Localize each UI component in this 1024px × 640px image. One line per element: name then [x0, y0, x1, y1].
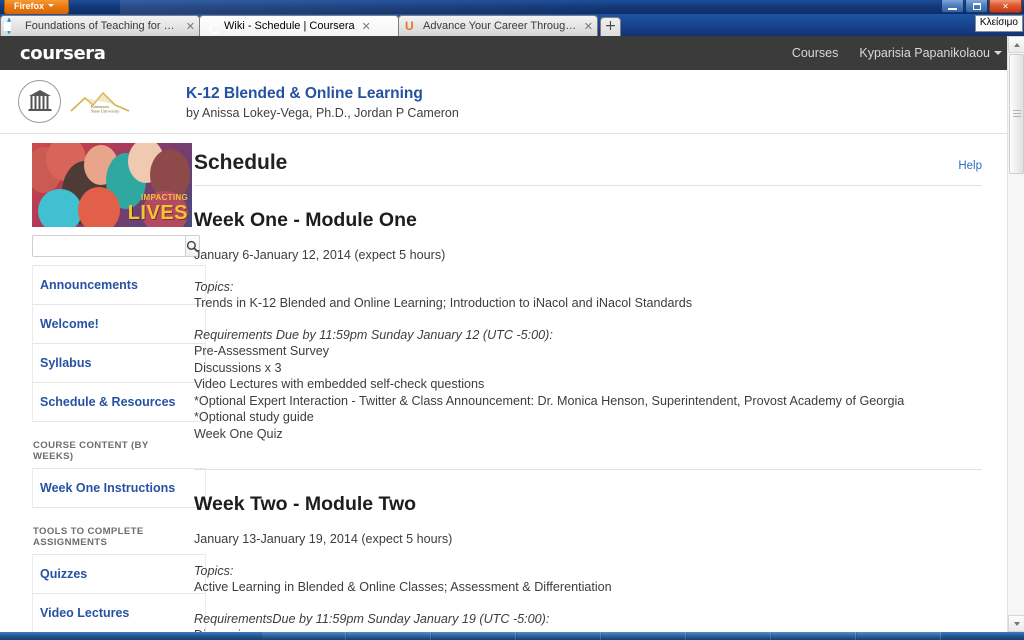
nav-courses-link[interactable]: Courses [792, 46, 839, 60]
user-name-label: Kyparisia Papanikolaou [859, 46, 990, 60]
week-heading: Week Two - Module Two [194, 493, 417, 515]
coursera-dark-icon [206, 20, 219, 33]
scroll-up-button[interactable] [1008, 36, 1024, 53]
tab-title: Wiki - Schedule | Coursera [224, 20, 355, 32]
sidebar-section-tools: TOOLS TO COMPLETE ASSIGNMENTS [33, 526, 144, 548]
tab-strip: Foundations of Teaching for Learnin... ✕… [0, 14, 1024, 36]
titlebar-sheen [120, 0, 620, 14]
close-button[interactable]: ✕ [989, 0, 1022, 13]
topics-text: Active Learning in Blended & Online Clas… [194, 580, 612, 594]
course-title-block: K-12 Blended & Online Learning by Anissa… [184, 84, 459, 120]
requirement-item: Discussions x 3 [194, 360, 282, 375]
week-section: Week Two - Module Two January 13-January… [194, 493, 982, 632]
tab-title: Advance Your Career Through Projec... [423, 20, 577, 32]
sidebar-search [32, 235, 200, 257]
sidebar-item-label: Announcements [40, 278, 138, 292]
chevron-up-icon [1013, 42, 1020, 47]
course-title[interactable]: K-12 Blended & Online Learning [186, 84, 459, 103]
svg-text:State University: State University [91, 108, 120, 113]
sidebar-item-label: Quizzes [40, 567, 88, 581]
firefox-menu-button[interactable]: Firefox [4, 0, 70, 14]
section-divider [194, 469, 982, 470]
sidebar-item-label: Video Lectures [40, 606, 130, 620]
chevron-down-icon [48, 4, 55, 7]
tab-advance-your-career[interactable]: U Advance Your Career Through Projec... … [398, 15, 598, 36]
course-sidebar: IMPACTING LIVES Announcements Welcome! S… [0, 134, 206, 632]
requirement-item: Week One Quiz [194, 426, 283, 441]
main-content: Schedule Help Week One - Module One Janu… [176, 134, 1024, 632]
scrollbar-thumb[interactable] [1009, 54, 1024, 174]
os-taskbar[interactable] [0, 632, 1024, 640]
tab-close-icon[interactable]: ✕ [362, 21, 371, 32]
requirement-item: Pre-Assessment Survey [194, 344, 330, 358]
requirements-label: Requirements Due by 11:59pm Sunday Janua… [194, 327, 553, 342]
promo-text: IMPACTING LIVES [127, 193, 188, 224]
institution-logos: Kennesaw State University [18, 80, 184, 123]
close-tooltip: Κλείσιμο [974, 15, 1023, 32]
chevron-down-icon [994, 51, 1002, 55]
new-tab-button[interactable]: + [600, 17, 621, 36]
topics-label: Topics: [194, 279, 234, 294]
close-icon: ✕ [1002, 1, 1009, 11]
tab-close-icon[interactable]: ✕ [186, 21, 195, 32]
scroll-down-button[interactable] [1008, 615, 1024, 632]
coursera-global-nav: coursera Courses Kyparisia Papanikolaou [0, 36, 1024, 70]
university-seal-icon [18, 80, 61, 123]
coursera-logo[interactable]: coursera [20, 43, 106, 64]
page-title: Schedule [194, 151, 288, 174]
tab-wiki-schedule-coursera[interactable]: Wiki - Schedule | Coursera ✕ [199, 15, 399, 36]
requirements-label: RequirementsDue by 11:59pm Sunday Januar… [194, 611, 550, 626]
tab-close-icon[interactable]: ✕ [584, 21, 593, 32]
minimize-icon [948, 8, 957, 10]
coursera-light-icon [7, 17, 20, 34]
topics-label: Topics: [194, 563, 234, 578]
udemy-u-icon: U [405, 18, 414, 33]
window-title-bar: Firefox ✕ [0, 0, 1024, 14]
kennesaw-state-university-logo: Kennesaw State University [69, 89, 131, 115]
sidebar-item-label: Schedule & Resources [40, 395, 176, 409]
course-promo-image: IMPACTING LIVES [32, 143, 192, 227]
tab-list: Foundations of Teaching for Learnin... ✕… [0, 15, 621, 36]
sidebar-item-label: Syllabus [40, 356, 92, 370]
user-menu[interactable]: Kyparisia Papanikolaou [859, 46, 1002, 60]
sidebar-section-course-content: COURSE CONTENT (BY WEEKS) [33, 440, 149, 462]
page-viewport: coursera Courses Kyparisia Papanikolaou … [0, 36, 1024, 632]
page-body: IMPACTING LIVES Announcements Welcome! S… [0, 134, 1024, 632]
content-header: Schedule Help [194, 151, 982, 186]
nav-right-group: Courses Kyparisia Papanikolaou [792, 46, 1002, 60]
firefox-menu-label: Firefox [14, 1, 45, 11]
sidebar-item-label: Welcome! [40, 317, 99, 331]
topics-text: Trends in K-12 Blended and Online Learni… [194, 296, 692, 310]
course-authors: by Anissa Lokey-Vega, Ph.D., Jordan P Ca… [186, 105, 459, 120]
week-dates: January 13-January 19, 2014 (expect 5 ho… [194, 532, 453, 546]
course-header: Kennesaw State University K-12 Blended &… [0, 70, 1024, 134]
requirement-item: *Optional Expert Interaction - Twitter &… [194, 393, 905, 408]
tab-foundations-of-teaching[interactable]: Foundations of Teaching for Learnin... ✕ [0, 15, 200, 36]
week-dates: January 6-January 12, 2014 (expect 5 hou… [194, 248, 446, 262]
promo-small-text: IMPACTING [141, 193, 188, 202]
window-controls: ✕ [941, 0, 1022, 13]
vertical-scrollbar[interactable] [1007, 36, 1024, 632]
chevron-down-icon [1013, 621, 1020, 626]
week-heading: Week One - Module One [194, 209, 417, 231]
maximize-button[interactable] [965, 0, 988, 13]
requirement-item: *Optional study guide [194, 410, 314, 424]
promo-big-text: LIVES [127, 202, 188, 224]
requirement-item: Video Lectures with embedded self-check … [194, 377, 485, 391]
tab-title: Foundations of Teaching for Learnin... [25, 20, 179, 32]
search-input[interactable] [32, 235, 185, 257]
sidebar-item-label: Week One Instructions [40, 481, 176, 495]
help-link[interactable]: Help [958, 160, 982, 172]
maximize-icon [972, 2, 981, 10]
minimize-button[interactable] [941, 0, 964, 13]
week-section: Week One - Module One January 6-January … [194, 209, 982, 442]
